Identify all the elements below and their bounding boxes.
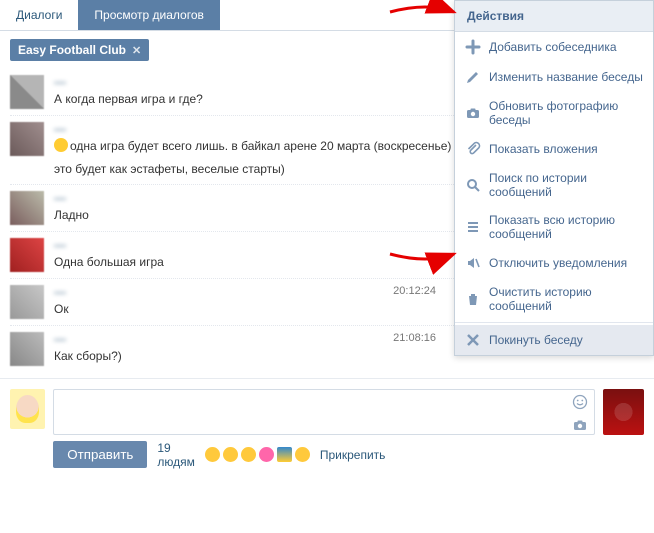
dropdown-item-label: Поиск по истории сообщений (489, 171, 643, 199)
emoji-icon[interactable] (205, 447, 220, 462)
dropdown-item-label: Показать вложения (489, 142, 598, 156)
mute-icon (465, 255, 481, 271)
dropdown-item[interactable]: Поиск по истории сообщений (455, 164, 653, 206)
dropdown-item-label: Изменить название беседы (489, 70, 643, 84)
avatar[interactable] (10, 285, 44, 319)
emoji-icon[interactable] (223, 447, 238, 462)
dropdown-item[interactable]: Изменить название беседы (455, 62, 653, 92)
trash-icon (465, 291, 481, 307)
avatar[interactable] (10, 75, 44, 109)
actions-dropdown: Действия Добавить собеседника Изменить на… (454, 0, 654, 356)
attach-link[interactable]: Прикрепить (320, 448, 386, 462)
tab-view-dialogs[interactable]: Просмотр диалогов (78, 0, 220, 30)
dropdown-item[interactable]: Отключить уведомления (455, 248, 653, 278)
quick-emoji-bar (205, 447, 310, 462)
emoji-icon[interactable] (241, 447, 256, 462)
dropdown-item-label: Добавить собеседника (489, 40, 617, 54)
dropdown-item[interactable]: Добавить собеседника (455, 32, 653, 62)
message-input[interactable] (53, 389, 595, 435)
pencil-icon (465, 69, 481, 85)
emoji-grin-icon (54, 138, 68, 152)
dropdown-item-label: Очистить историю сообщений (489, 285, 643, 313)
emoji-icon[interactable] (277, 447, 292, 462)
plus-icon (465, 39, 481, 55)
dropdown-item[interactable]: Покинуть беседу (455, 325, 653, 355)
emoji-icon[interactable] (572, 394, 588, 413)
emoji-icon[interactable] (259, 447, 274, 462)
dropdown-item[interactable]: Обновить фотографию беседы (455, 92, 653, 134)
dropdown-item-label: Покинуть беседу (489, 333, 583, 347)
close-icon (465, 332, 481, 348)
message-time: 20:12:24 (393, 285, 436, 297)
dropdown-header: Действия (455, 1, 653, 32)
close-icon[interactable]: ✕ (132, 44, 141, 57)
camera-icon (465, 105, 481, 121)
message-time: 21:08:16 (393, 332, 436, 344)
dropdown-item[interactable]: Показать вложения (455, 134, 653, 164)
tab-dialogs[interactable]: Диалоги (0, 0, 78, 30)
recipients-link[interactable]: 19 людям (157, 441, 194, 469)
paperclip-icon (465, 141, 481, 157)
chat-chip[interactable]: Easy Football Club ✕ (10, 39, 149, 61)
avatar[interactable] (10, 191, 44, 225)
avatar[interactable] (10, 332, 44, 366)
dropdown-item-label: Показать всю историю сообщений (489, 213, 643, 241)
emoji-icon[interactable] (295, 447, 310, 462)
list-icon (465, 219, 481, 235)
user-avatar[interactable] (10, 389, 45, 429)
camera-icon[interactable] (572, 417, 588, 436)
chat-chip-label: Easy Football Club (18, 43, 126, 57)
dropdown-item[interactable]: Показать всю историю сообщений (455, 206, 653, 248)
dropdown-item-label: Отключить уведомления (489, 256, 627, 270)
dropdown-item[interactable]: Очистить историю сообщений (455, 278, 653, 320)
dropdown-item-label: Обновить фотографию беседы (489, 99, 643, 127)
search-icon (465, 177, 481, 193)
avatar[interactable] (10, 122, 44, 156)
input-area: Отправить 19 людям Прикрепить (0, 378, 654, 479)
avatar[interactable] (10, 238, 44, 272)
send-button[interactable]: Отправить (53, 441, 147, 468)
chat-photo[interactable] (603, 389, 644, 435)
